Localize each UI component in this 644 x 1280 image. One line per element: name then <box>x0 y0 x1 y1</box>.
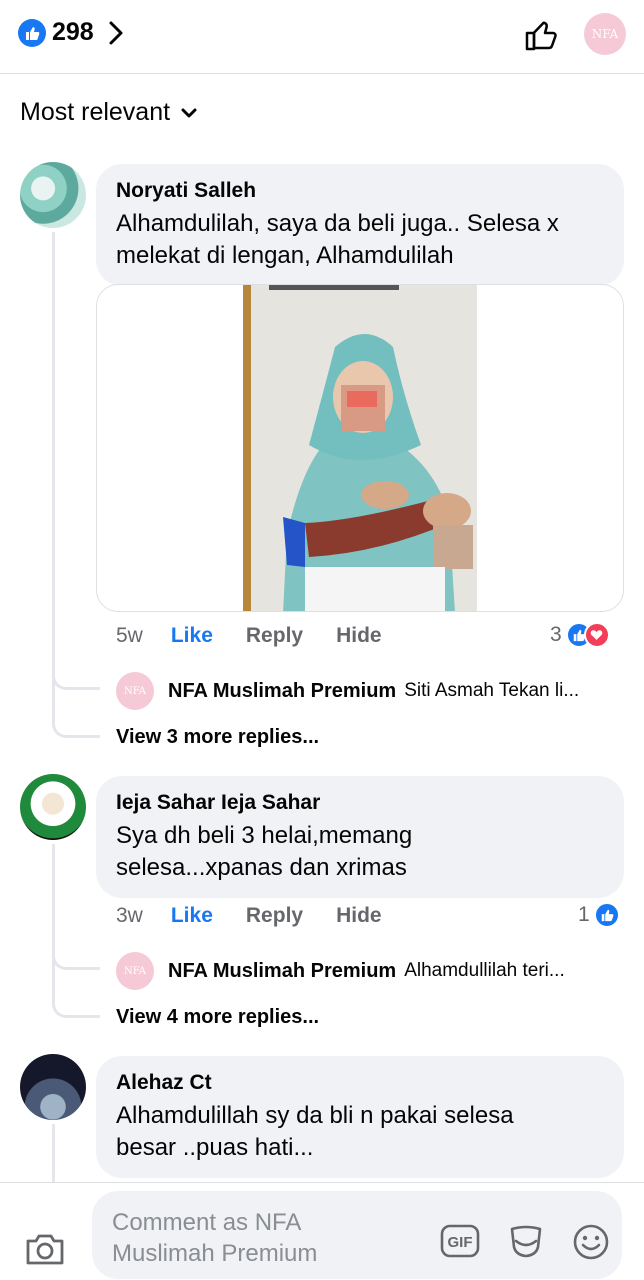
like-button-icon[interactable] <box>522 16 560 54</box>
comment-time[interactable]: 5w <box>116 624 143 648</box>
reaction-count-badge[interactable]: 3 <box>550 622 610 648</box>
reaction-count: 3 <box>550 623 562 646</box>
reply-avatar-text: NFA <box>123 965 147 977</box>
comment-text: Sya dh beli 3 helai,memang selesa...xpan… <box>116 822 413 881</box>
view-more-replies-link[interactable]: View 4 more replies... <box>116 1006 319 1029</box>
page-avatar[interactable]: NFA <box>584 13 626 55</box>
thread-line <box>52 1124 55 1182</box>
emoji-icon[interactable] <box>572 1223 610 1261</box>
reaction-count: 1 <box>578 903 590 926</box>
thread-line <box>52 232 55 722</box>
like-link[interactable]: Like <box>171 904 213 928</box>
reply-link[interactable]: Reply <box>246 624 303 648</box>
love-icon <box>583 622 610 648</box>
reply-text: Alhamdullilah teri... <box>404 960 565 981</box>
thread-line <box>52 844 55 1004</box>
thread-hook <box>52 948 100 970</box>
hide-link[interactable]: Hide <box>336 904 382 928</box>
comment-composer: Comment as NFA Muslimah Premium GIF <box>0 1182 644 1280</box>
sort-label: Most relevant <box>20 98 171 126</box>
reply-text: Siti Asmah Tekan li... <box>404 680 580 701</box>
reaction-summary[interactable]: 298 <box>18 18 126 47</box>
chevron-right-icon <box>109 21 123 44</box>
gif-label: GIF <box>448 1234 473 1251</box>
chevron-down-icon <box>181 108 197 117</box>
comment-bubble[interactable]: Noryati Salleh Alhamdulilah, saya da bel… <box>96 164 624 286</box>
reply-link[interactable]: Reply <box>246 904 303 928</box>
reply-preview[interactable]: NFA NFA Muslimah Premium Alhamdullilah t… <box>116 952 626 990</box>
hide-link[interactable]: Hide <box>336 624 382 648</box>
reply-preview[interactable]: NFA NFA Muslimah Premium Siti Asmah Teka… <box>116 672 626 710</box>
photo-image[interactable] <box>243 285 477 611</box>
thread-hook <box>52 996 100 1018</box>
avatar[interactable] <box>20 1054 86 1120</box>
reaction-count-badge[interactable]: 1 <box>578 902 620 928</box>
photo-illustration <box>243 285 477 611</box>
gif-icon[interactable]: GIF <box>440 1223 480 1259</box>
view-more-replies-link[interactable]: View 3 more replies... <box>116 726 319 749</box>
sticker-icon[interactable] <box>506 1223 546 1259</box>
comment-text: Alhamdulillah sy da bli n pakai selesa b… <box>116 1102 514 1161</box>
comment-author[interactable]: Noryati Salleh <box>116 178 604 204</box>
reply-author[interactable]: NFA Muslimah Premium <box>168 960 396 983</box>
avatar[interactable] <box>20 774 86 840</box>
comment-time[interactable]: 3w <box>116 904 143 928</box>
avatar[interactable] <box>20 162 86 228</box>
camera-icon[interactable] <box>24 1231 66 1267</box>
comment-author[interactable]: Ieja Sahar Ieja Sahar <box>116 790 604 816</box>
like-link[interactable]: Like <box>171 624 213 648</box>
comment-placeholder: Comment as NFA Muslimah Premium <box>112 1209 318 1267</box>
reaction-count: 298 <box>52 18 94 46</box>
like-icon <box>593 902 620 928</box>
thread-hook <box>52 716 100 738</box>
comment-bubble[interactable]: Alehaz Ct Alhamdulillah sy da bli n paka… <box>96 1056 624 1178</box>
page-avatar-text: NFA <box>591 27 619 41</box>
reply-avatar[interactable]: NFA <box>116 672 154 710</box>
comment-author[interactable]: Alehaz Ct <box>116 1070 604 1096</box>
comment-photo[interactable] <box>96 284 624 612</box>
reply-avatar[interactable]: NFA <box>116 952 154 990</box>
reply-avatar-text: NFA <box>123 685 147 697</box>
comment-actions: 3w Like Reply Hide <box>116 904 415 928</box>
like-icon <box>18 18 46 47</box>
comment-input[interactable]: Comment as NFA Muslimah Premium GIF <box>92 1191 622 1279</box>
thread-hook <box>52 668 100 690</box>
sort-dropdown[interactable]: Most relevant <box>20 98 198 127</box>
reply-author[interactable]: NFA Muslimah Premium <box>168 680 396 703</box>
reactions-header: 298 NFA <box>0 0 644 74</box>
comment-text: Alhamdulilah, saya da beli juga.. Selesa… <box>116 210 559 269</box>
comment-actions: 5w Like Reply Hide <box>116 624 415 648</box>
comment-bubble[interactable]: Ieja Sahar Ieja Sahar Sya dh beli 3 hela… <box>96 776 624 898</box>
